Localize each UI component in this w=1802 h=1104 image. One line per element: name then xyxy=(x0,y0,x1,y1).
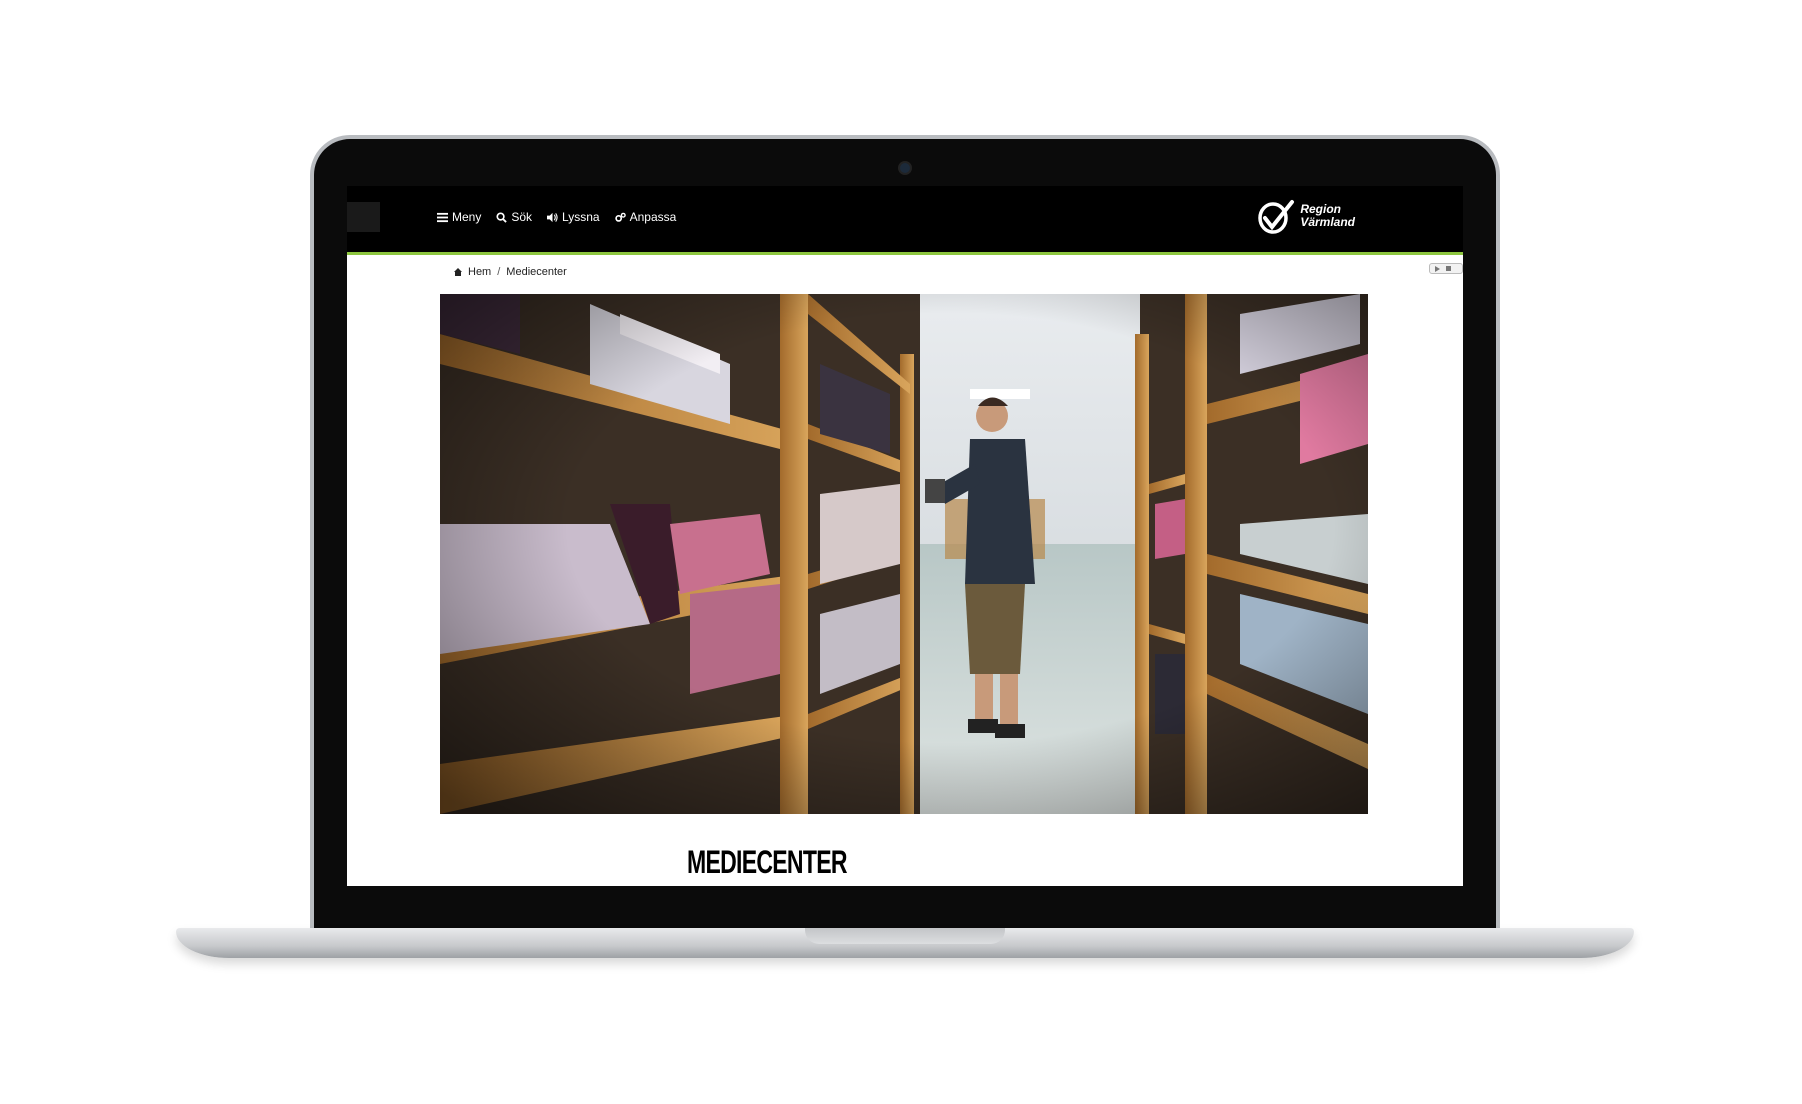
listen-label: Lyssna xyxy=(562,210,600,224)
menu-label: Meny xyxy=(452,210,482,224)
breadcrumb-home[interactable]: Hem xyxy=(468,266,491,278)
logo-check-icon xyxy=(1258,200,1295,234)
search-button[interactable]: Sök xyxy=(496,210,532,224)
top-navbar: Meny Sök Lyssna Anpassa Region Värmland xyxy=(347,186,1463,255)
nav-items: Meny Sök Lyssna Anpassa xyxy=(437,210,676,224)
page-title: MEDIECENTER xyxy=(687,844,847,880)
library-shelves-photo xyxy=(440,294,1368,814)
speaker-icon xyxy=(547,212,558,222)
play-icon[interactable] xyxy=(1435,265,1440,272)
menu-button[interactable]: Meny xyxy=(437,210,481,224)
stop-icon[interactable] xyxy=(1446,266,1451,271)
customize-button[interactable]: Anpassa xyxy=(614,210,677,224)
laptop-notch xyxy=(805,928,1005,944)
customize-label: Anpassa xyxy=(629,210,677,224)
side-strip xyxy=(347,202,380,232)
listen-button[interactable]: Lyssna xyxy=(547,210,600,224)
logo-line-2: Värmland xyxy=(1300,215,1355,229)
search-icon xyxy=(496,211,508,223)
menu-icon xyxy=(437,212,448,222)
breadcrumb-separator: / xyxy=(497,266,501,278)
breadcrumb-current: Mediecenter xyxy=(506,266,567,278)
search-label: Sök xyxy=(511,210,533,224)
gears-icon xyxy=(614,212,626,222)
audio-player[interactable] xyxy=(1429,263,1463,274)
screen: Meny Sök Lyssna Anpassa Region Värmland … xyxy=(347,186,1463,886)
hero-image xyxy=(440,294,1368,814)
home-icon xyxy=(454,268,462,276)
region-varmland-logo[interactable]: Region Värmland xyxy=(1256,196,1355,236)
camera-icon xyxy=(900,163,910,173)
laptop-base xyxy=(176,928,1634,958)
breadcrumb: Hem / Mediecenter xyxy=(454,266,567,278)
